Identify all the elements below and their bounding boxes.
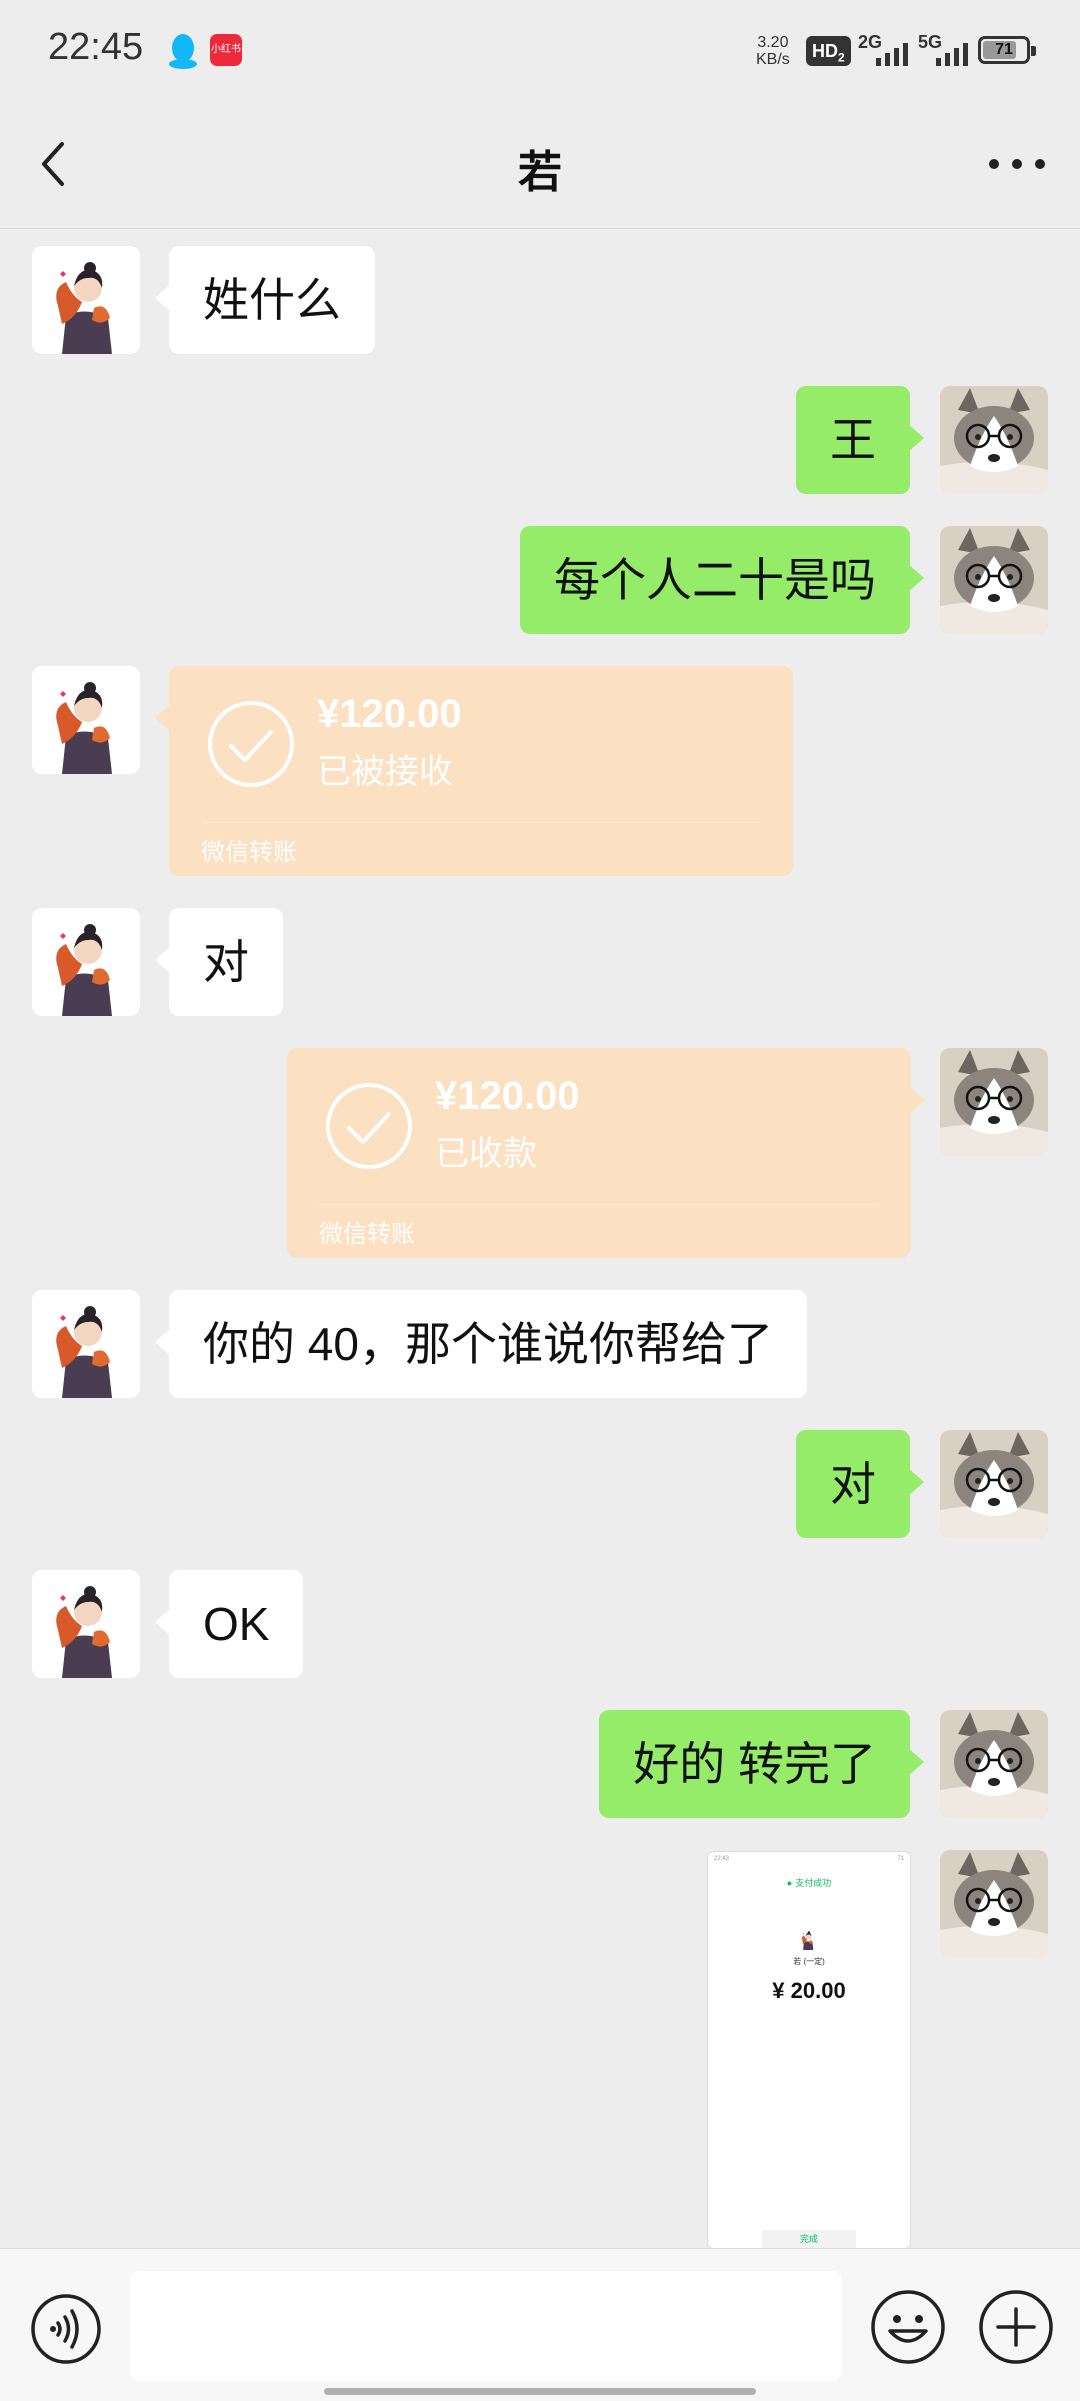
qq-icon [169, 34, 197, 69]
transfer-status: 已被接收 [317, 753, 453, 791]
incoming-message[interactable]: 姓什么 [155, 246, 375, 354]
transfer-footer: 微信转账 [201, 839, 297, 866]
check-circle-icon [325, 1082, 413, 1170]
contact-avatar[interactable] [32, 908, 140, 1016]
my-avatar[interactable] [940, 1048, 1048, 1156]
status-bar: 22:45 小红书 3.20 KB/s HD2 2G 5G 71 [0, 0, 1080, 100]
more-options-icon[interactable] [984, 144, 1050, 184]
contact-avatar[interactable] [32, 1570, 140, 1678]
voice-icon[interactable] [30, 2293, 102, 2365]
chat-title: 若 [518, 148, 562, 197]
signal-5g-icon: 5G [918, 32, 978, 66]
hd-icon: HD2 [806, 36, 851, 66]
outgoing-message[interactable]: 对 [796, 1430, 924, 1538]
transfer-card[interactable]: ¥120.00 已被接收 微信转账 [155, 666, 793, 876]
payment-success-label: 支付成功 [708, 1876, 910, 1889]
image-message[interactable]: 22:43 71 支付成功 若 (一定) ¥ 20.00 完成 [708, 1852, 910, 2248]
network-speed: 3.20 KB/s [756, 34, 790, 68]
my-avatar[interactable] [940, 1850, 1048, 1958]
my-avatar[interactable] [940, 1430, 1048, 1538]
incoming-message[interactable]: 对 [155, 908, 283, 1016]
contact-avatar[interactable] [32, 666, 140, 774]
status-time: 22:45 [48, 26, 144, 68]
message-input[interactable] [130, 2271, 842, 2381]
transfer-amount: ¥120.00 [317, 692, 462, 736]
my-avatar[interactable] [940, 1710, 1048, 1818]
home-indicator[interactable] [324, 2388, 756, 2395]
incoming-message[interactable]: OK [154, 1570, 304, 1678]
outgoing-message[interactable]: 好的 转完了 [599, 1710, 924, 1818]
chat-header: 若 [0, 100, 1080, 229]
transfer-status: 已收款 [435, 1135, 537, 1173]
emoji-icon[interactable] [870, 2289, 946, 2365]
incoming-message[interactable]: 你的 40，那个谁说你帮给了 [155, 1290, 807, 1398]
transfer-card[interactable]: ¥120.00 已收款 微信转账 [287, 1048, 925, 1258]
preview-amount: ¥ 20.00 [772, 1978, 846, 2003]
check-circle-icon [207, 700, 295, 788]
preview-done-button: 完成 [762, 2230, 856, 2248]
divider [319, 1204, 879, 1205]
my-avatar[interactable] [940, 526, 1048, 634]
preview-name: 若 (一定) [793, 1957, 825, 1966]
xiaohongshu-icon: 小红书 [210, 34, 242, 66]
battery-icon: 71 [978, 36, 1036, 64]
transfer-footer: 微信转账 [319, 1221, 415, 1248]
preview-avatar [797, 1928, 819, 1950]
signal-2g-icon: 2G [858, 32, 918, 66]
contact-avatar[interactable] [32, 1290, 140, 1398]
transfer-amount: ¥120.00 [435, 1074, 580, 1118]
plus-icon[interactable] [978, 2289, 1054, 2365]
input-bar [0, 2248, 1080, 2401]
outgoing-message[interactable]: 每个人二十是吗 [520, 526, 924, 634]
contact-avatar[interactable] [32, 246, 140, 354]
outgoing-message[interactable]: 王 [796, 386, 924, 494]
my-avatar[interactable] [940, 386, 1048, 494]
divider [201, 822, 761, 823]
